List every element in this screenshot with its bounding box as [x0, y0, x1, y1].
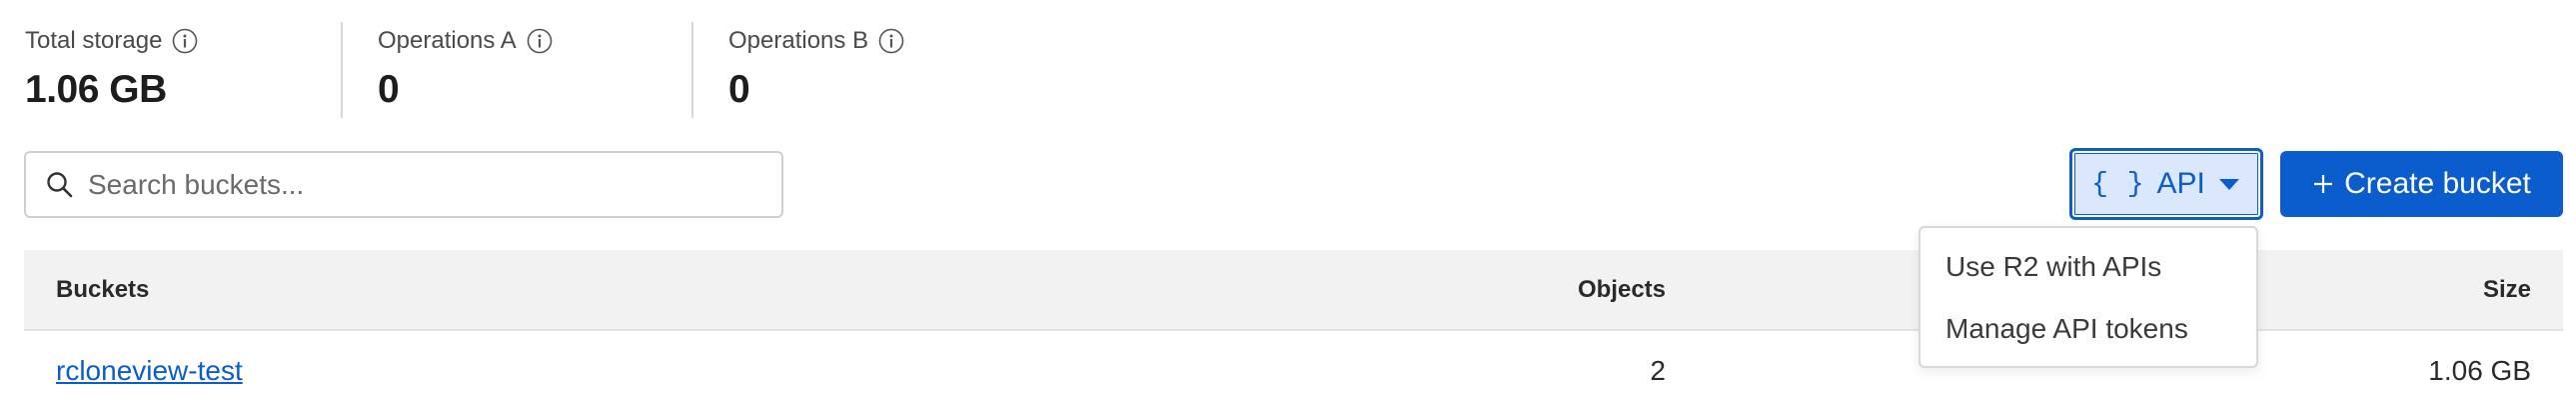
metric-value: 1.06 GB: [25, 68, 167, 111]
create-bucket-button[interactable]: Create bucket: [2280, 151, 2563, 217]
search-box[interactable]: [24, 151, 783, 218]
bucket-objects-count: 2: [1650, 355, 1666, 386]
search-icon: [44, 169, 76, 201]
metric-value: 0: [728, 68, 750, 111]
metric-operations-b: Operations B 0: [691, 22, 951, 118]
column-header-buckets[interactable]: Buckets: [56, 250, 149, 329]
api-button-label: API: [2156, 167, 2205, 200]
menu-item-use-r2-with-apis[interactable]: Use R2 with APIs: [1921, 236, 2256, 298]
column-header-size[interactable]: Size: [2483, 250, 2531, 329]
search-input[interactable]: [86, 167, 739, 202]
plus-icon: [2312, 173, 2334, 195]
metric-total-storage: Total storage 1.06 GB: [25, 22, 341, 118]
bucket-name-link[interactable]: rcloneview-test: [56, 355, 243, 387]
metrics-bar: Total storage 1.06 GB Operations A 0 Ope…: [25, 22, 951, 118]
bucket-size: 1.06 GB: [2428, 355, 2531, 386]
metric-label-row: Total storage: [25, 26, 341, 56]
metric-label-row: Operations A: [378, 26, 691, 56]
info-icon[interactable]: [527, 28, 553, 54]
caret-down-icon: [2217, 176, 2241, 192]
metric-value: 0: [378, 68, 400, 111]
metric-label-row: Operations B: [728, 26, 951, 56]
metric-operations-a: Operations A 0: [341, 22, 691, 118]
info-icon[interactable]: [172, 28, 198, 54]
menu-item-manage-api-tokens[interactable]: Manage API tokens: [1921, 298, 2256, 360]
column-header-objects[interactable]: Objects: [1578, 250, 1666, 329]
braces-icon: { }: [2091, 168, 2145, 200]
metric-label: Operations A: [378, 27, 517, 54]
info-icon[interactable]: [878, 28, 904, 54]
metric-label: Total storage: [25, 27, 163, 54]
metric-label: Operations B: [728, 27, 869, 54]
create-bucket-label: Create bucket: [2344, 167, 2531, 200]
api-button[interactable]: { } API: [2069, 148, 2263, 220]
api-dropdown-menu: Use R2 with APIs Manage API tokens: [1919, 226, 2258, 368]
